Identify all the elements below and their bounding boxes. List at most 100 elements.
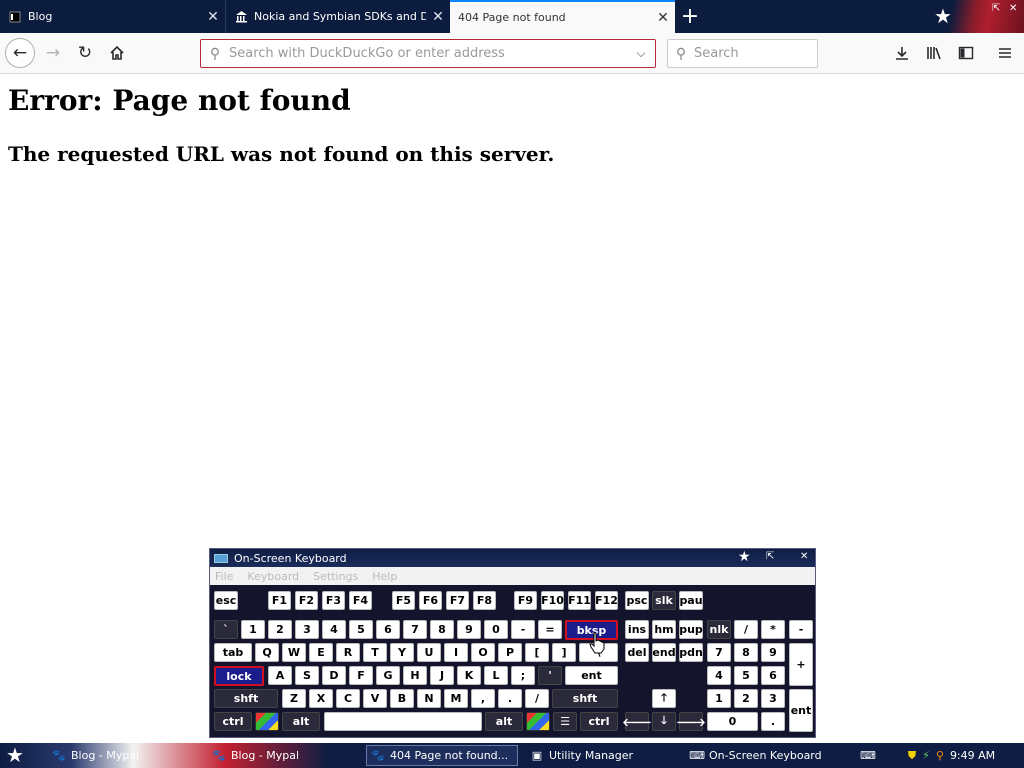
- taskbar-item-osk[interactable]: ⌨ On-Screen Keyboard: [686, 745, 846, 766]
- menu-file[interactable]: File: [215, 570, 233, 583]
- tab-nokia-sdks[interactable]: Nokia and Symbian SDKs and Dev ✕: [226, 0, 450, 33]
- key-g[interactable]: G: [376, 666, 400, 685]
- key-arrow-right[interactable]: 🡒: [676, 712, 706, 731]
- close-window-icon[interactable]: ✕: [1009, 3, 1017, 14]
- key-numpad-multiply[interactable]: *: [761, 620, 785, 639]
- key-left-alt[interactable]: alt: [282, 712, 320, 731]
- taskbar-item-blog-2[interactable]: 🐾 Blog - Mypal: [208, 745, 358, 766]
- key-0[interactable]: 0: [484, 620, 508, 639]
- key-space[interactable]: [324, 712, 482, 731]
- key-f11[interactable]: F11: [568, 591, 591, 610]
- key-comma[interactable]: ,: [471, 689, 495, 708]
- reload-button[interactable]: ↻: [70, 38, 100, 68]
- key-numpad-9[interactable]: 9: [761, 643, 785, 662]
- key-f1[interactable]: F1: [268, 591, 291, 610]
- key-numpad-4[interactable]: 4: [707, 666, 731, 685]
- restore-icon[interactable]: ⇱: [766, 551, 774, 562]
- key-num-lock[interactable]: nlk: [707, 620, 731, 639]
- menu-settings[interactable]: Settings: [313, 570, 358, 583]
- key-f5[interactable]: F5: [392, 591, 415, 610]
- key-j[interactable]: J: [430, 666, 454, 685]
- chevron-down-icon[interactable]: ⌵: [627, 46, 655, 61]
- key-numpad-0[interactable]: 0: [707, 712, 758, 731]
- key-a[interactable]: A: [268, 666, 292, 685]
- windows-logo-icon[interactable]: [255, 712, 279, 731]
- key-f3[interactable]: F3: [322, 591, 345, 610]
- key-page-up[interactable]: pup: [679, 620, 703, 639]
- key-f6[interactable]: F6: [419, 591, 442, 610]
- key-page-down[interactable]: pdn: [679, 643, 703, 662]
- key-k[interactable]: K: [457, 666, 481, 685]
- key-left-shift[interactable]: shft: [214, 689, 278, 708]
- key-1[interactable]: 1: [241, 620, 265, 639]
- close-tab-icon[interactable]: ✕: [201, 9, 225, 25]
- key-numpad-5[interactable]: 5: [734, 666, 758, 685]
- key-psc[interactable]: psc: [625, 591, 649, 610]
- key-right-shift[interactable]: shft: [552, 689, 618, 708]
- start-star-icon[interactable]: ★: [6, 743, 24, 767]
- key-h[interactable]: H: [403, 666, 427, 685]
- key-right-ctrl[interactable]: ctrl: [580, 712, 618, 731]
- key-f4[interactable]: F4: [349, 591, 372, 610]
- key-minus[interactable]: -: [511, 620, 535, 639]
- key-numpad-6[interactable]: 6: [761, 666, 785, 685]
- key-numpad-decimal[interactable]: .: [761, 712, 785, 731]
- key-tab[interactable]: tab: [214, 643, 252, 662]
- key-numpad-subtract[interactable]: -: [789, 620, 813, 639]
- address-input[interactable]: [229, 46, 627, 61]
- key-u[interactable]: U: [417, 643, 441, 662]
- key-numpad-8[interactable]: 8: [734, 643, 758, 662]
- osk-titlebar[interactable]: On-Screen Keyboard ★ ⇱ ✕: [210, 549, 815, 567]
- key-e[interactable]: E: [309, 643, 333, 662]
- key-arrow-left[interactable]: 🡐: [622, 712, 652, 731]
- menu-button[interactable]: [990, 38, 1020, 68]
- key-9[interactable]: 9: [457, 620, 481, 639]
- key-y[interactable]: Y: [390, 643, 414, 662]
- key-3[interactable]: 3: [295, 620, 319, 639]
- menu-help[interactable]: Help: [372, 570, 397, 583]
- key-numpad-7[interactable]: 7: [707, 643, 731, 662]
- key-o[interactable]: O: [471, 643, 495, 662]
- key-numpad-2[interactable]: 2: [734, 689, 758, 708]
- key-f8[interactable]: F8: [473, 591, 496, 610]
- key-numpad-3[interactable]: 3: [761, 689, 785, 708]
- key-arrow-down[interactable]: 🡓: [652, 712, 676, 731]
- search-icon[interactable]: ⚲: [936, 749, 944, 762]
- key-right-bracket[interactable]: ]: [552, 643, 576, 662]
- close-tab-icon[interactable]: ✕: [651, 10, 675, 26]
- key-right-alt[interactable]: alt: [485, 712, 523, 731]
- key-c[interactable]: C: [336, 689, 360, 708]
- key-left-ctrl[interactable]: ctrl: [214, 712, 252, 731]
- key-4[interactable]: 4: [322, 620, 346, 639]
- search-bar[interactable]: ⚲: [667, 39, 818, 68]
- key-f7[interactable]: F7: [446, 591, 469, 610]
- key-5[interactable]: 5: [349, 620, 373, 639]
- downloads-button[interactable]: [887, 38, 917, 68]
- forward-button[interactable]: →: [38, 38, 68, 68]
- key-q[interactable]: Q: [255, 643, 279, 662]
- key-s[interactable]: S: [295, 666, 319, 685]
- key-slash[interactable]: /: [525, 689, 549, 708]
- key-8[interactable]: 8: [430, 620, 454, 639]
- key-f10[interactable]: F10: [541, 591, 564, 610]
- library-button[interactable]: [919, 38, 949, 68]
- key-slk[interactable]: slk: [652, 591, 676, 610]
- address-bar[interactable]: ⚲ ⌵: [200, 39, 656, 68]
- key-v[interactable]: V: [363, 689, 387, 708]
- key-m[interactable]: M: [444, 689, 468, 708]
- close-window-icon[interactable]: ✕: [800, 551, 808, 562]
- key-f12[interactable]: F12: [595, 591, 618, 610]
- key-x[interactable]: X: [309, 689, 333, 708]
- key-left-bracket[interactable]: [: [525, 643, 549, 662]
- home-button[interactable]: [102, 38, 132, 68]
- key-numpad-enter[interactable]: ent: [789, 689, 813, 732]
- key-f2[interactable]: F2: [295, 591, 318, 610]
- key-p[interactable]: P: [498, 643, 522, 662]
- windows-logo-icon[interactable]: [526, 712, 550, 731]
- key-b[interactable]: B: [390, 689, 414, 708]
- tab-404[interactable]: 404 Page not found ✕: [450, 0, 675, 33]
- key-caps-lock[interactable]: lock: [214, 666, 264, 686]
- key-r[interactable]: R: [336, 643, 360, 662]
- key-semicolon[interactable]: ;: [511, 666, 535, 685]
- keyboard-tray-icon[interactable]: ⌨: [860, 749, 876, 762]
